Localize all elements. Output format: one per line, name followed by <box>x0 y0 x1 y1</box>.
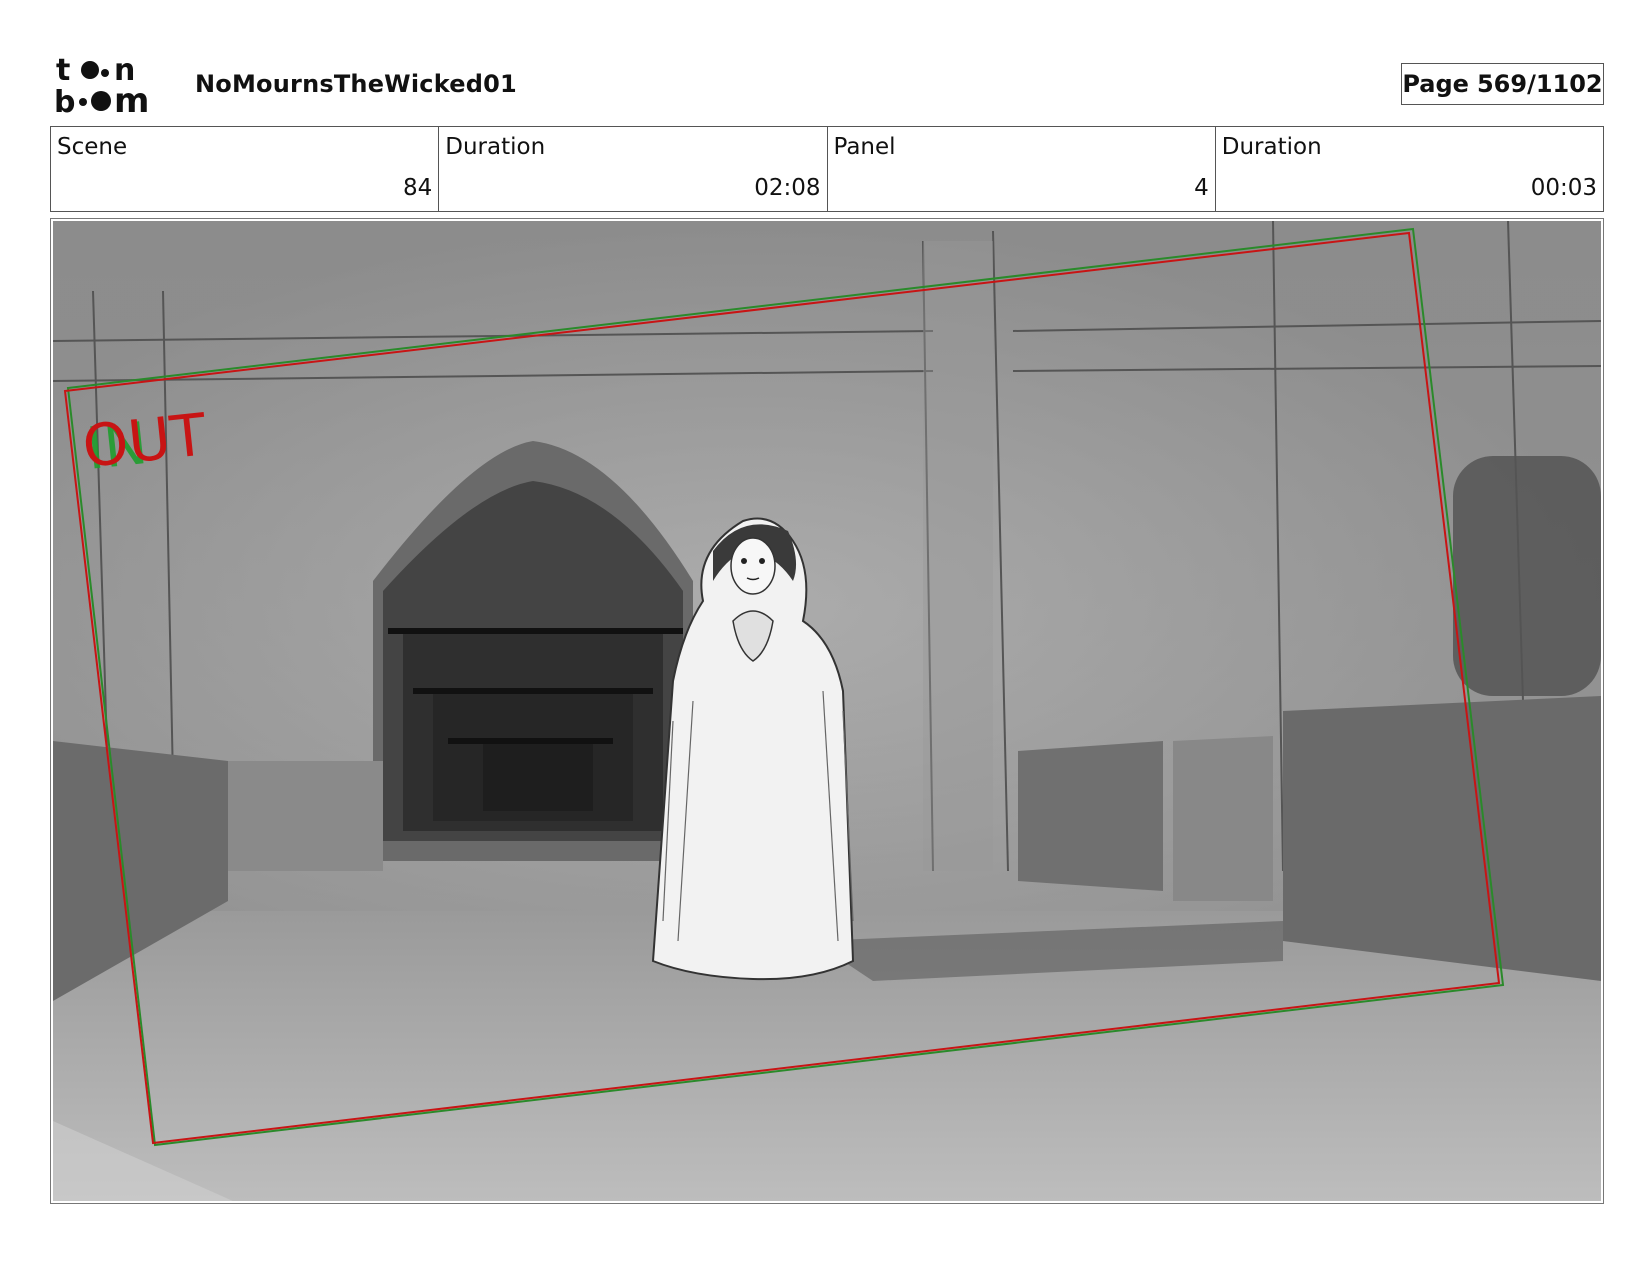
logo-dot-o2 <box>91 91 111 111</box>
storyboard-drawing: IN OUT <box>53 221 1601 1201</box>
logo-dot-small2 <box>79 98 87 106</box>
panel-duration-cell: Duration 00:03 <box>1214 127 1603 211</box>
scene-duration-label: Duration <box>445 134 546 160</box>
panel-label: Panel <box>833 134 896 160</box>
logo-letter-m: m <box>114 81 149 116</box>
logo-letter-b: b <box>54 85 75 116</box>
scene-label: Scene <box>57 134 128 160</box>
panel-info-table: Scene 84 Duration 02:08 Panel 4 Duration… <box>50 126 1604 212</box>
storyboard-panel: IN OUT <box>50 218 1604 1204</box>
logo-letter-t: t <box>56 54 70 88</box>
toon-boom-logo: t n b m <box>54 54 149 116</box>
scene-duration-cell: Duration 02:08 <box>438 127 826 211</box>
panel-value: 4 <box>1194 175 1209 201</box>
marker-out: OUT <box>79 400 210 481</box>
project-title: NoMournsTheWicked01 <box>195 70 517 98</box>
far-right-wall <box>1283 696 1601 981</box>
right-gate <box>1173 736 1273 901</box>
left-railing <box>228 761 383 871</box>
logo-dot-small1 <box>101 69 109 77</box>
right-low-wall <box>1018 741 1163 891</box>
dark-shadow-right <box>1453 456 1601 696</box>
scene-value: 84 <box>402 175 433 201</box>
panel-cell: Panel 4 <box>826 127 1215 211</box>
page-value: 569/1102 <box>1476 70 1603 98</box>
page-indicator: Page 569/1102 <box>1401 63 1604 105</box>
page-label: Page <box>1402 70 1469 98</box>
corridor-depth-3 <box>483 741 593 811</box>
panel-duration-value: 00:03 <box>1530 175 1597 201</box>
scene-duration-value: 02:08 <box>754 175 821 201</box>
scene-cell: Scene 84 <box>51 127 438 211</box>
logo-dot-o1 <box>81 61 99 79</box>
panel-duration-label: Duration <box>1221 134 1322 160</box>
pillar-center <box>923 241 993 871</box>
